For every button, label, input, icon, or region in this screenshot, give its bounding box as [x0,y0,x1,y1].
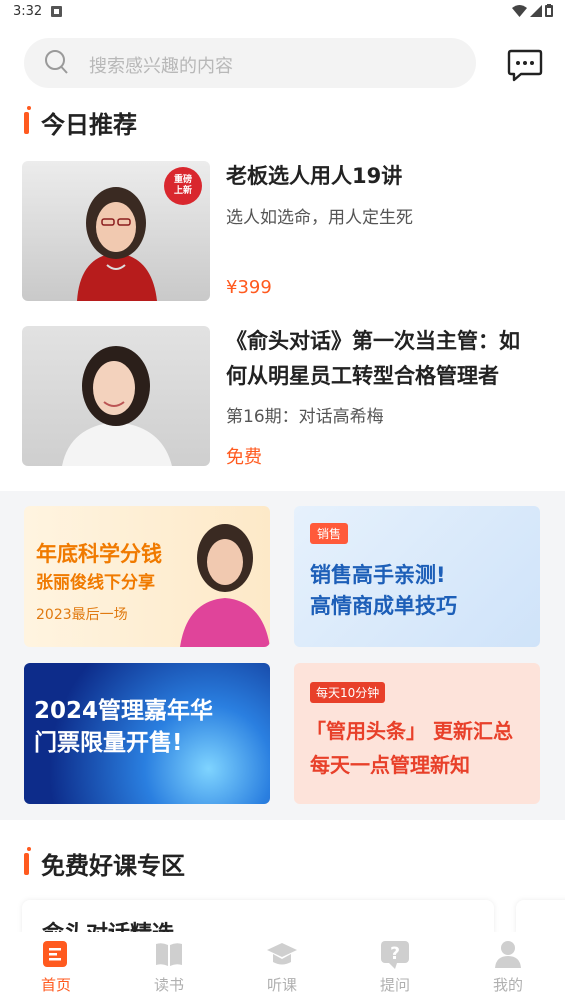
course-title-2-line1: 《俞头对话》第一次当主管：如 [226,329,520,353]
tab-listen[interactable]: 听课 [252,938,312,995]
course-price-1: ¥399 [226,277,272,298]
banner-3-line1: 2024管理嘉年华 [34,698,214,724]
section-accent-bar [24,105,31,134]
question-icon: ? [381,941,409,969]
tab-reading-label: 读书 [153,976,184,994]
course-title-2-line2: 何从明星员工转型合格管理者 [226,364,499,388]
course-subtitle-1: 选人如选命，用人定生死 [226,208,413,228]
badge-line1: 重磅 [173,175,192,185]
book-icon [156,943,182,966]
course-card-2[interactable]: 《俞头对话》第一次当主管：如 何从明星员工转型合格管理者 第16期：对话高希梅 … [22,326,542,468]
banner-4-line2: 每天一点管理新知 [310,753,470,777]
banner-1-line1: 年底科学分钱 [36,542,162,566]
course-thumbnail-2 [22,326,210,466]
banner-1-line3: 2023最后一场 [36,607,128,623]
tab-ask[interactable]: ? 提问 [365,938,425,995]
wifi-icon [512,4,527,17]
course-thumbnail-1: 重磅 上新 [22,161,210,301]
message-icon[interactable] [507,49,543,83]
notification-icon [51,6,62,17]
battery-icon [545,4,553,17]
tab-home-label: 首页 [40,976,71,994]
today-title: 今日推荐 [41,111,137,139]
tab-home[interactable]: 首页 [26,938,86,995]
course-price-2: 免费 [226,447,262,468]
badge-line2: 上新 [173,186,192,196]
tab-ask-label: 提问 [379,976,410,994]
status-time: 3:32 [13,4,43,19]
banner-2-tag: 销售 [310,523,349,544]
banner-area: 年底科学分钱 张丽俊线下分享 2023最后一场 销售 销售高手亲测! 高情商成单… [0,491,565,820]
course-title-1: 老板选人用人19讲 [226,164,403,188]
bottom-tab-bar: 首页 读书 听课 ? 提问 我的 [0,932,565,1004]
status-bar: 3:32 [0,0,565,26]
search-input[interactable]: 搜索感兴趣的内容 [89,52,233,78]
status-right [512,4,553,17]
graduation-cap-icon [267,943,297,965]
search-bar[interactable]: 搜索感兴趣的内容 [24,38,476,88]
user-icon [495,941,521,968]
banner-1-presenter [180,524,270,647]
tab-reading[interactable]: 读书 [139,938,199,995]
banner-sales[interactable]: 销售 销售高手亲测! 高情商成单技巧 [294,506,540,647]
banner-2-line2: 高情商成单技巧 [310,594,457,618]
banner-4-line1: 「管用头条」 更新汇总 [306,719,513,743]
home-icon [43,941,67,967]
search-icon [45,50,68,74]
presenter-image-2 [62,346,172,466]
banner-4-tag: 每天10分钟 [310,682,386,703]
tab-listen-label: 听课 [266,976,297,994]
free-section-title: 免费好课专区 [24,846,185,881]
course-card-1[interactable]: 重磅 上新 老板选人用人19讲 选人如选命，用人定生死 ¥399 [22,161,542,301]
course-subtitle-2: 第16期：对话高希梅 [226,407,384,427]
section-accent-bar [24,846,31,875]
svg-text:?: ? [390,944,400,964]
new-badge: 重磅 上新 [164,167,202,205]
free-title: 免费好课专区 [41,852,185,880]
banner-carnival[interactable]: 2024管理嘉年华 门票限量开售! [24,663,270,804]
banner-2-line1: 销售高手亲测! [310,563,446,587]
tab-profile-label: 我的 [492,976,523,994]
signal-icon [530,4,542,17]
banner-3-line2: 门票限量开售! [34,730,183,756]
banner-daily[interactable]: 每天10分钟 「管用头条」 更新汇总 每天一点管理新知 [294,663,540,804]
banner-money[interactable]: 年底科学分钱 张丽俊线下分享 2023最后一场 [24,506,270,647]
today-section-title: 今日推荐 [24,105,137,140]
tab-profile[interactable]: 我的 [478,938,538,995]
banner-1-line2: 张丽俊线下分享 [36,573,155,593]
